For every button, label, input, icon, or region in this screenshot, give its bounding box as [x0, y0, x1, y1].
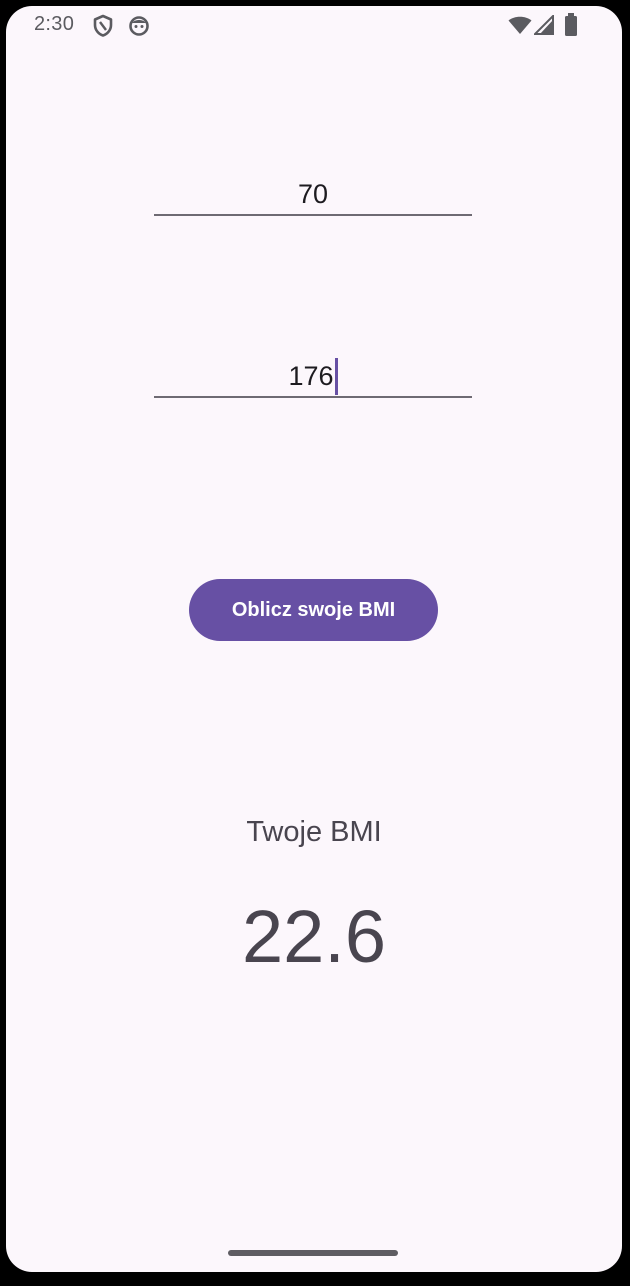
text-cursor [334, 357, 338, 395]
battery-icon [565, 13, 577, 36]
app-screen: 2:30 70 176 Oblicz swoje BMI Twoje BMI 2… [6, 6, 622, 1272]
height-input[interactable]: 176 [154, 356, 472, 396]
home-indicator[interactable] [228, 1250, 398, 1256]
face-icon [129, 16, 149, 36]
weight-underline [154, 214, 472, 216]
result-value: 22.6 [241, 895, 387, 978]
height-field[interactable]: 176 [154, 356, 472, 398]
status-bar: 2:30 [6, 6, 622, 46]
result-label: Twoje BMI [246, 816, 382, 848]
signal-icon [534, 15, 554, 35]
shield-icon [93, 14, 113, 37]
height-underline [154, 396, 472, 398]
height-value: 176 [288, 360, 334, 391]
calculate-bmi-button[interactable]: Oblicz swoje BMI [189, 579, 438, 641]
wifi-icon [508, 16, 532, 34]
weight-input[interactable]: 70 [154, 174, 472, 214]
weight-value: 70 [297, 178, 329, 209]
weight-field[interactable]: 70 [154, 174, 472, 216]
status-time: 2:30 [34, 13, 75, 35]
